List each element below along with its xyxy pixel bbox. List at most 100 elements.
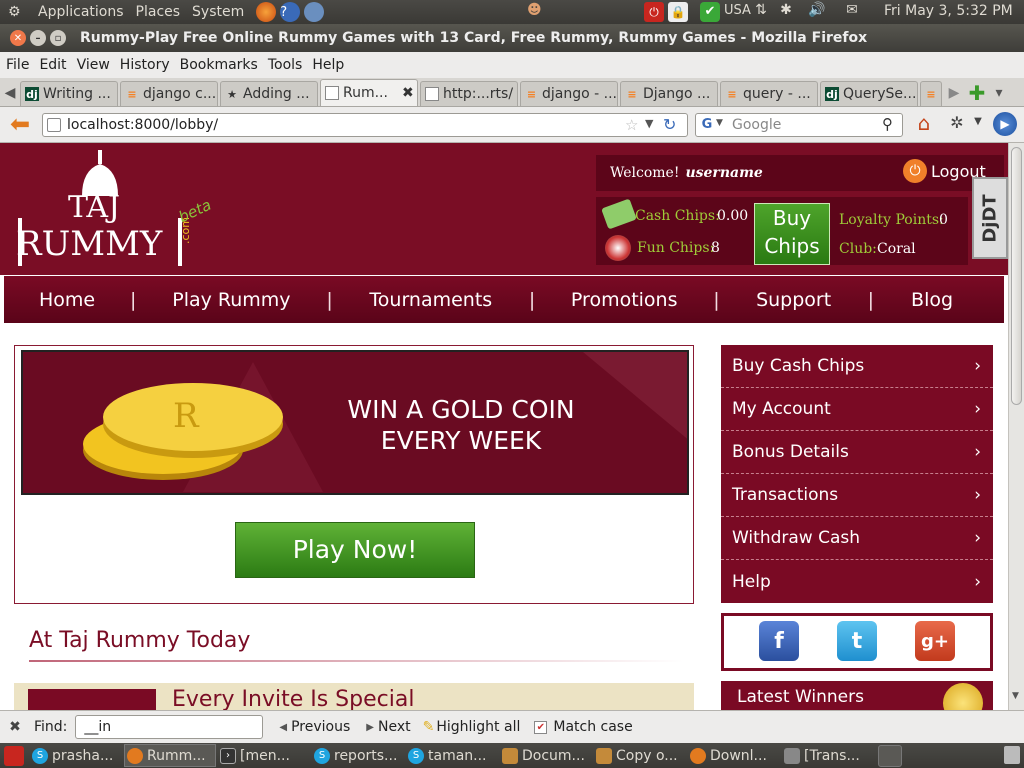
- task-taman[interactable]: Staman...: [406, 744, 498, 767]
- back-arrow-icon[interactable]: ⬅: [6, 111, 34, 137]
- new-tab-icon[interactable]: ✚: [964, 82, 990, 106]
- bluetooth-icon[interactable]: ✱: [778, 2, 794, 18]
- tab-writing[interactable]: dj Writing ...: [20, 81, 118, 106]
- trash-icon[interactable]: [1004, 746, 1020, 764]
- address-bar[interactable]: localhost:8000/lobby/ ☆ ▼ ↻: [42, 113, 688, 137]
- invite-promo-strip[interactable]: Every Invite Is Special: [14, 683, 694, 710]
- list-all-tabs-icon[interactable]: ▾: [990, 82, 1008, 106]
- nav-tournaments[interactable]: Tournaments: [333, 289, 529, 311]
- taj-rummy-logo[interactable]: TAJ RUMMY .com beta: [10, 148, 214, 270]
- nav-blog[interactable]: Blog: [874, 289, 990, 311]
- menu-view[interactable]: View: [77, 57, 110, 73]
- tab-queryset[interactable]: dj QuerySe...: [820, 81, 918, 106]
- firebug-icon[interactable]: ✲: [946, 113, 968, 132]
- side-buy-cash-chips[interactable]: Buy Cash Chips ›: [721, 345, 993, 388]
- find-previous-button[interactable]: Previous: [291, 719, 350, 735]
- page-scrollbar[interactable]: ▼: [1008, 143, 1024, 710]
- menu-help[interactable]: Help: [312, 57, 344, 73]
- search-input[interactable]: G ▼ Google ⚲: [695, 113, 903, 137]
- menu-history[interactable]: History: [120, 57, 170, 73]
- find-next-button[interactable]: Next: [378, 719, 411, 735]
- task-downloads[interactable]: Downl...: [688, 744, 780, 767]
- window-maximize-icon[interactable]: ▫: [50, 30, 66, 46]
- nav-support[interactable]: Support: [720, 289, 868, 311]
- tab-http-rts[interactable]: http:...rts/: [420, 81, 518, 106]
- mail-icon[interactable]: ✉: [842, 2, 862, 18]
- addon-icon[interactable]: ▶: [993, 112, 1017, 136]
- nav-home[interactable]: Home: [4, 289, 130, 311]
- buy-chips-button[interactable]: Buy Chips: [754, 203, 830, 265]
- user-status-icon[interactable]: ☻: [527, 2, 547, 18]
- scroll-down-icon[interactable]: ▼: [1012, 691, 1019, 701]
- match-case-checkbox[interactable]: ✔: [534, 720, 548, 734]
- window-close-icon[interactable]: ✕: [10, 30, 26, 46]
- tab-scroll-left-icon[interactable]: ◀: [0, 82, 20, 106]
- find-close-icon[interactable]: ✖: [8, 719, 22, 735]
- highlight-all-button[interactable]: Highlight all: [436, 719, 520, 735]
- tab-overflow[interactable]: ≡: [920, 81, 942, 106]
- task-reports[interactable]: Sreports...: [312, 744, 404, 767]
- menu-bookmarks[interactable]: Bookmarks: [180, 57, 258, 73]
- window-minimize-icon[interactable]: –: [30, 30, 46, 46]
- tab-django-dash[interactable]: ≡ django - ...: [520, 81, 618, 106]
- menu-tools[interactable]: Tools: [268, 57, 303, 73]
- match-case-label[interactable]: Match case: [553, 719, 632, 735]
- help-launcher-icon[interactable]: ?: [280, 2, 301, 22]
- side-my-account[interactable]: My Account ›: [721, 388, 993, 431]
- scrollbar-thumb[interactable]: [1011, 147, 1022, 405]
- clock[interactable]: Fri May 3, 5:32 PM: [884, 3, 1013, 19]
- lock-screen-icon[interactable]: 🔒: [668, 2, 688, 22]
- tab-django-2[interactable]: ≡ Django ...: [620, 81, 718, 106]
- task-copy[interactable]: Copy o...: [594, 744, 686, 767]
- tab-close-icon[interactable]: ✖: [402, 85, 414, 101]
- site-identity-icon[interactable]: [47, 118, 61, 132]
- firefox-tray-icon[interactable]: [878, 744, 902, 767]
- gold-coin-banner[interactable]: R WIN A GOLD COIN EVERY WEEK: [21, 350, 689, 495]
- search-magnifier-icon[interactable]: ⚲: [882, 115, 893, 133]
- nav-play-rummy[interactable]: Play Rummy: [136, 289, 326, 311]
- firebug-dropdown-icon[interactable]: ▼: [972, 116, 984, 127]
- twitter-icon[interactable]: t: [837, 621, 877, 661]
- side-transactions[interactable]: Transactions ›: [721, 474, 993, 517]
- find-input[interactable]: __in: [75, 715, 264, 739]
- system-menu[interactable]: System: [192, 4, 244, 20]
- bookmark-star-icon[interactable]: ☆: [625, 116, 638, 134]
- side-bonus-details[interactable]: Bonus Details ›: [721, 431, 993, 474]
- django-debug-toolbar-handle[interactable]: DjDT: [972, 177, 1008, 259]
- side-help[interactable]: Help ›: [721, 560, 993, 603]
- tab-scroll-right-icon[interactable]: ▶: [944, 82, 964, 106]
- network-arrows-icon[interactable]: ⇅: [753, 2, 769, 18]
- nav-promotions[interactable]: Promotions: [535, 289, 713, 311]
- task-terminal[interactable]: › [men...: [218, 744, 310, 767]
- update-check-icon[interactable]: ✔: [700, 2, 720, 22]
- tab-query[interactable]: ≡ query - ...: [720, 81, 818, 106]
- engine-dropdown-icon[interactable]: ▼: [716, 118, 723, 128]
- task-rummy-firefox[interactable]: Rumm...: [124, 744, 216, 767]
- places-menu[interactable]: Places: [136, 4, 181, 20]
- task-prasha[interactable]: Sprasha...: [30, 744, 122, 767]
- keyboard-layout[interactable]: USA: [724, 3, 751, 18]
- side-withdraw-cash[interactable]: Withdraw Cash ›: [721, 517, 993, 560]
- power-icon[interactable]: ⏻: [644, 2, 664, 22]
- task-documents[interactable]: Docum...: [500, 744, 592, 767]
- window-titlebar[interactable]: ✕ – ▫ Rummy-Play Free Online Rummy Games…: [0, 24, 1024, 52]
- ubuntu-logo-icon[interactable]: ⚙: [8, 4, 26, 20]
- firefox-launcher-icon[interactable]: [256, 2, 277, 22]
- url-dropdown-icon[interactable]: ▼: [645, 117, 653, 130]
- volume-icon[interactable]: 🔊: [808, 2, 826, 18]
- applications-menu[interactable]: Applications: [38, 4, 124, 20]
- reload-icon[interactable]: ↻: [663, 115, 676, 134]
- google-plus-icon[interactable]: g+: [915, 621, 955, 661]
- tab-rummy[interactable]: Rum... ✖: [320, 79, 418, 106]
- tab-django-c[interactable]: ≡ django c...: [120, 81, 218, 106]
- home-icon[interactable]: ⌂: [912, 111, 936, 135]
- facebook-icon[interactable]: f: [759, 621, 799, 661]
- play-now-button[interactable]: Play Now!: [235, 522, 475, 578]
- task-trans[interactable]: [Trans...: [782, 744, 874, 767]
- menu-edit[interactable]: Edit: [39, 57, 66, 73]
- menu-file[interactable]: File: [6, 57, 29, 73]
- google-engine-icon[interactable]: G: [699, 117, 715, 133]
- tab-adding[interactable]: ★ Adding ...: [220, 81, 318, 106]
- network-launcher-icon[interactable]: [304, 2, 325, 22]
- show-desktop-icon[interactable]: [4, 745, 24, 766]
